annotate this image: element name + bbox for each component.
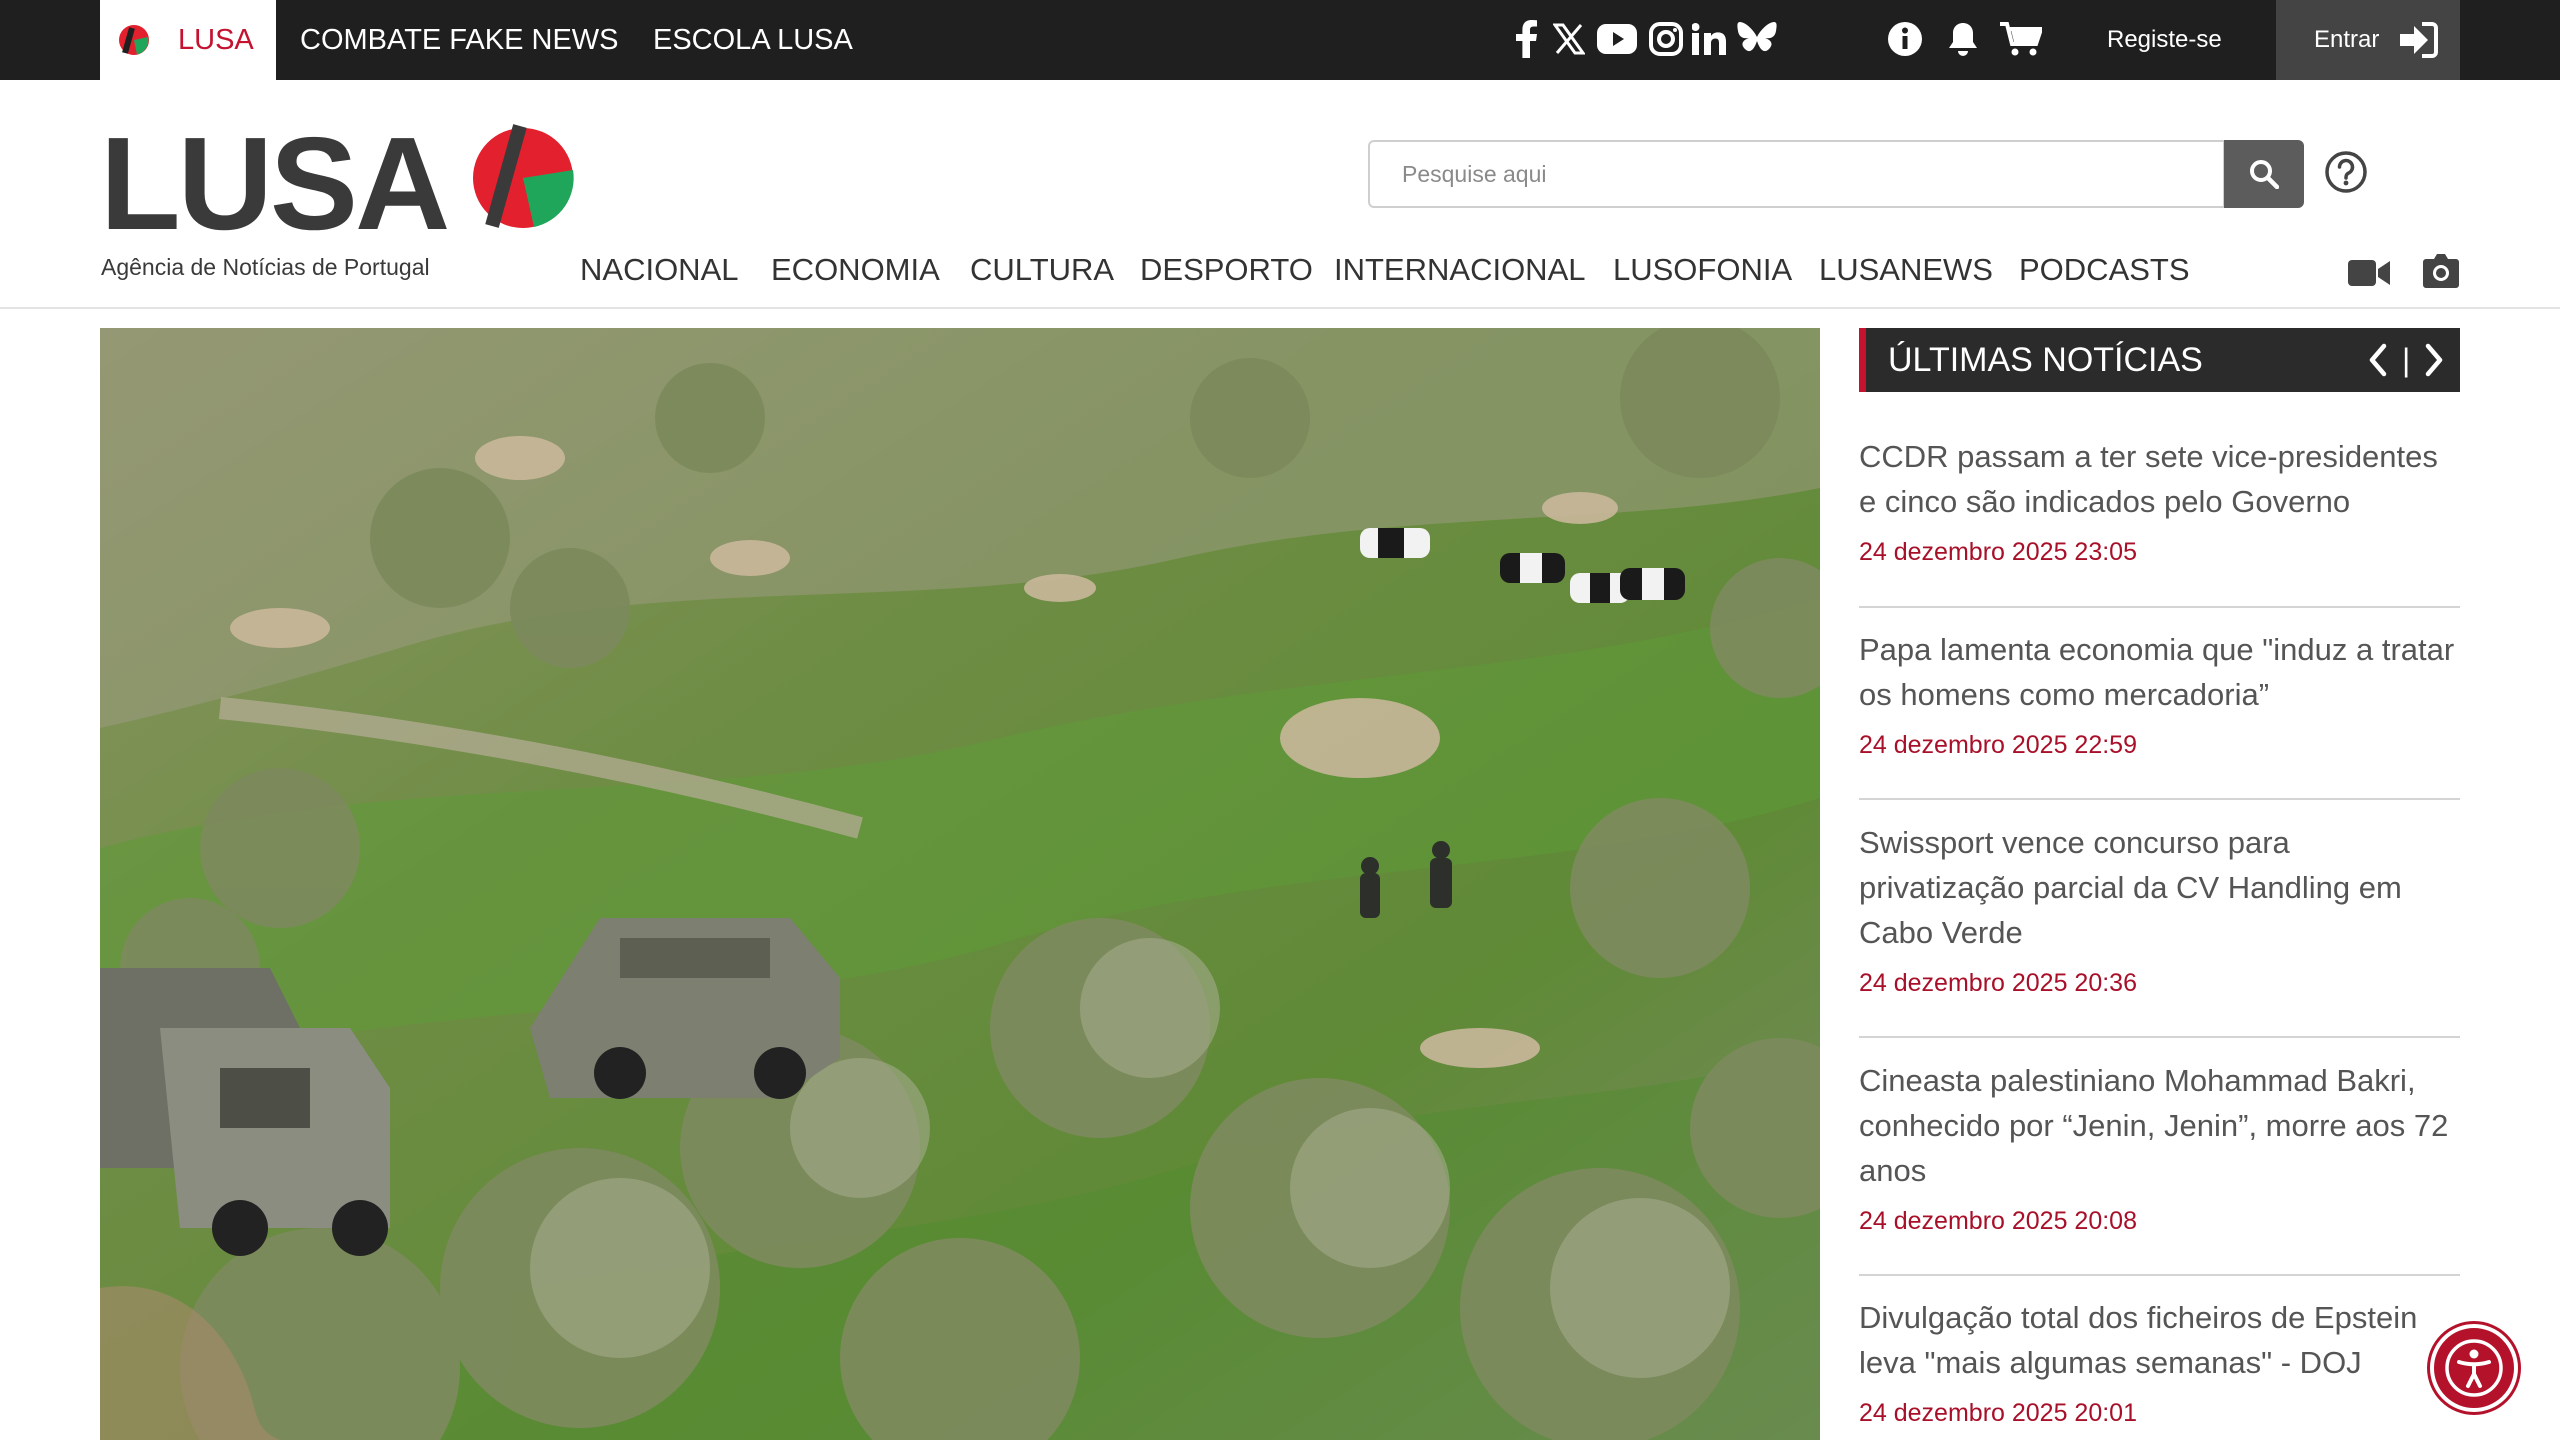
search-input[interactable] xyxy=(1370,142,2223,206)
bell-icon[interactable] xyxy=(1940,16,1986,62)
news-divider xyxy=(1859,798,2460,800)
nav-item-lusanews[interactable]: LUSANEWS xyxy=(1819,252,1993,288)
lusa-logo[interactable]: LUSA Agência de Notícias de Portugal xyxy=(100,110,574,288)
news-headline[interactable]: Papa lamenta economia que "induz a trata… xyxy=(1859,627,2460,717)
sign-in-icon xyxy=(2400,22,2438,58)
x-icon[interactable] xyxy=(1546,16,1592,62)
top-bar: LUSA COMBATE FAKE NEWS ESCOLA LUSA Regis… xyxy=(0,0,2560,80)
photo-camera-icon[interactable] xyxy=(2423,254,2459,288)
login-label: Entrar xyxy=(2314,26,2380,53)
chevron-left-icon[interactable] xyxy=(2366,342,2390,378)
separator-icon: | xyxy=(2402,342,2411,378)
nav-item-economia[interactable]: ECONOMIA xyxy=(771,252,940,288)
latest-news-header: ÚLTIMAS NOTÍCIAS | xyxy=(1859,328,2460,392)
accessibility-button[interactable] xyxy=(2430,1324,2518,1412)
news-item[interactable]: Divulgação total dos ficheiros de Epstei… xyxy=(1859,1295,2460,1428)
hero-photo[interactable] xyxy=(100,328,1820,1440)
nav-item-lusofonia[interactable]: LUSOFONIA xyxy=(1613,252,1792,288)
news-date: 24 dezembro 2025 22:59 xyxy=(1859,731,2137,759)
news-date: 24 dezembro 2025 20:36 xyxy=(1859,969,2137,997)
logo-wordmark: LUSA xyxy=(100,110,450,257)
cart-icon[interactable] xyxy=(1998,16,2044,62)
header-divider xyxy=(0,307,2560,309)
instagram-icon[interactable] xyxy=(1643,16,1689,62)
search-icon xyxy=(2250,160,2279,189)
hero-photo-illustration xyxy=(100,328,1820,1440)
tab-combate-fake-news[interactable]: COMBATE FAKE NEWS xyxy=(300,0,619,80)
search-button[interactable] xyxy=(2224,140,2304,208)
info-icon[interactable] xyxy=(1882,16,1928,62)
news-date: 24 dezembro 2025 20:08 xyxy=(1859,1207,2137,1235)
lusa-logo-mark-icon xyxy=(473,124,574,232)
nav-item-cultura[interactable]: CULTURA xyxy=(970,252,1114,288)
tab-lusa[interactable]: LUSA xyxy=(100,0,276,80)
news-headline[interactable]: CCDR passam a ter sete vice-presidentes … xyxy=(1859,434,2460,524)
nav-item-internacional[interactable]: INTERNACIONAL xyxy=(1334,252,1585,288)
accessibility-icon xyxy=(2445,1339,2503,1397)
news-divider xyxy=(1859,1036,2460,1038)
news-divider xyxy=(1859,1274,2460,1276)
chevron-right-icon[interactable] xyxy=(2422,342,2446,378)
help-icon[interactable] xyxy=(2324,150,2368,194)
nav-item-nacional[interactable]: NACIONAL xyxy=(580,252,738,288)
news-item[interactable]: Cineasta palestiniano Mohammad Bakri, co… xyxy=(1859,1058,2460,1276)
facebook-icon[interactable] xyxy=(1504,16,1550,62)
lusa-mini-logo-icon xyxy=(119,25,149,55)
latest-news-title: ÚLTIMAS NOTÍCIAS xyxy=(1888,340,2203,379)
logo-tagline: Agência de Notícias de Portugal xyxy=(101,254,430,280)
news-headline[interactable]: Cineasta palestiniano Mohammad Bakri, co… xyxy=(1859,1058,2460,1193)
news-item[interactable]: Papa lamenta economia que "induz a trata… xyxy=(1859,627,2460,800)
news-date: 24 dezembro 2025 23:05 xyxy=(1859,538,2137,566)
bluesky-icon[interactable] xyxy=(1734,16,1780,62)
login-button[interactable]: Entrar xyxy=(2276,0,2460,80)
news-headline[interactable]: Swissport vence concurso para privatizaç… xyxy=(1859,820,2460,955)
linkedin-icon[interactable] xyxy=(1686,16,1732,62)
youtube-icon[interactable] xyxy=(1594,16,1640,62)
video-camera-icon[interactable] xyxy=(2348,258,2390,288)
news-divider xyxy=(1859,606,2460,608)
tab-escola-lusa[interactable]: ESCOLA LUSA xyxy=(653,0,853,80)
nav-item-desporto[interactable]: DESPORTO xyxy=(1140,252,1313,288)
tab-lusa-label: LUSA xyxy=(178,23,254,56)
news-headline[interactable]: Divulgação total dos ficheiros de Epstei… xyxy=(1859,1295,2460,1385)
news-item[interactable]: Swissport vence concurso para privatizaç… xyxy=(1859,820,2460,1038)
news-item[interactable]: CCDR passam a ter sete vice-presidentes … xyxy=(1859,434,2460,608)
search-field[interactable] xyxy=(1368,140,2225,208)
nav-item-podcasts[interactable]: PODCASTS xyxy=(2019,252,2190,288)
news-date: 24 dezembro 2025 20:01 xyxy=(1859,1399,2137,1427)
register-link[interactable]: Registe-se xyxy=(2107,0,2222,80)
